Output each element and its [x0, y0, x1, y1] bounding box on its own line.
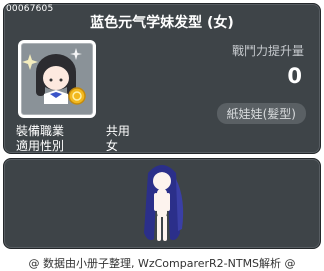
job-value: 共用	[105, 124, 130, 138]
sparkle-icon	[70, 48, 82, 60]
gender-row: 適用性別 女	[16, 137, 118, 154]
gender-label: 適用性別	[16, 139, 65, 153]
item-tooltip-panel: 00067605 蓝色元气学妹发型 (女) 戰鬥力提升量 0 紙娃娃(髮型) 裝…	[3, 3, 321, 154]
hair-item-icon	[21, 43, 93, 115]
character-head-icon	[22, 48, 86, 105]
gender-value: 女	[105, 139, 118, 153]
avatar-preview	[144, 165, 184, 241]
footer-credit: @ 数据由小册子整理, WzComparerR2-NTMS解析 @	[28, 257, 296, 270]
type-badge: 紙娃娃(髮型)	[216, 103, 306, 124]
avatar-preview-panel	[3, 158, 321, 249]
power-label: 戰鬥力提升量	[231, 44, 304, 58]
power-value: 0	[287, 64, 302, 88]
item-name: 蓝色元气学妹发型 (女)	[90, 15, 234, 31]
item-icon-frame	[18, 40, 96, 118]
sparkle-icon	[22, 54, 38, 70]
